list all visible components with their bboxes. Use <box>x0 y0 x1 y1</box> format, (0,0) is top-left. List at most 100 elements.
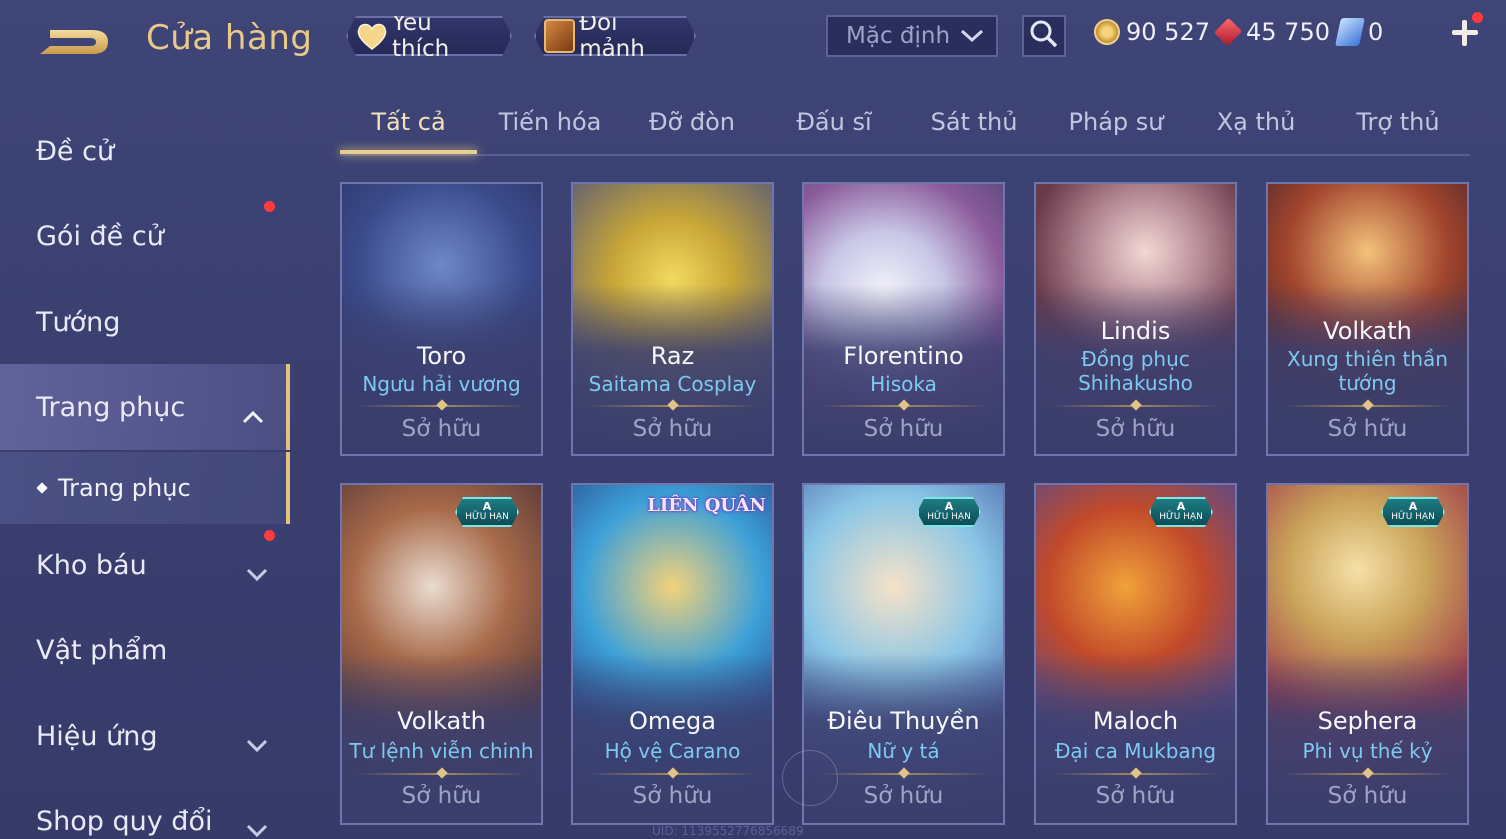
sidebar-subitem-skins[interactable]: Trang phục <box>0 452 290 524</box>
skin-card[interactable]: Raz Saitama Cosplay Sở hữu <box>571 182 774 456</box>
hero-name: Lindis <box>1100 317 1171 345</box>
hero-name: Toro <box>416 342 467 370</box>
owned-status: Sở hữu <box>401 783 482 809</box>
skin-name: Hisoka <box>870 372 937 396</box>
divider <box>1050 405 1221 407</box>
tab-support[interactable]: Trợ thủ <box>1328 108 1468 152</box>
limited-badge: A HỮU HẠN <box>1149 497 1213 527</box>
hero-name: Sephera <box>1317 707 1418 735</box>
touch-indicator <box>782 750 838 806</box>
uid-label: UID: 1139552776856689 <box>652 824 804 838</box>
owned-status: Sở hữu <box>1327 416 1408 442</box>
sidebar-item-label: Hiệu ứng <box>36 720 158 752</box>
sidebar-item-heroes[interactable]: Tướng <box>0 279 290 365</box>
ruby-currency: 45 750 <box>1213 17 1330 47</box>
skin-name: Tư lệnh viễn chinh <box>349 739 534 763</box>
divider <box>587 405 758 407</box>
divider <box>818 405 989 407</box>
tab-tank[interactable]: Đỡ đòn <box>622 108 762 152</box>
sidebar-item-recommended[interactable]: Đề cử <box>0 108 290 194</box>
notification-dot <box>1472 12 1483 23</box>
page-title: Cửa hàng <box>146 18 313 58</box>
event-logo: LIÊN QUÂN <box>647 495 766 516</box>
voucher-amount: 0 <box>1368 18 1384 46</box>
chevron-down-icon <box>246 814 268 838</box>
sort-dropdown[interactable]: Mặc định <box>826 15 998 57</box>
owned-status: Sở hữu <box>863 416 944 442</box>
hero-name: Điêu Thuyền <box>827 707 980 735</box>
tab-assassin[interactable]: Sát thủ <box>904 108 1044 152</box>
sidebar-item-bundles[interactable]: Gói đề cử <box>0 193 290 279</box>
hero-name: Volkath <box>1323 317 1412 345</box>
hero-name: Florentino <box>843 342 964 370</box>
sidebar-item-label: Gói đề cử <box>36 220 164 252</box>
sidebar-item-label: Shop quy đổi <box>36 805 213 837</box>
tab-marksman[interactable]: Xạ thủ <box>1186 108 1326 152</box>
sidebar-item-skins[interactable]: Trang phục <box>0 364 290 450</box>
sidebar-item-label: Đề cử <box>36 135 115 167</box>
role-tabs: Tất cả Tiến hóa Đỡ đòn Đấu sĩ Sát thủ Ph… <box>340 100 1470 156</box>
skin-card[interactable]: Toro Ngưu hải vương Sở hữu <box>340 182 543 456</box>
owned-status: Sở hữu <box>401 416 482 442</box>
sidebar: Đề cử Gói đề cử Tướng Trang phục Trang p… <box>0 100 290 839</box>
sidebar-item-label: Vật phẩm <box>36 634 168 666</box>
sidebar-item-label: Tướng <box>36 306 121 338</box>
skin-card[interactable]: Volkath Xung thiên thần tướng Sở hữu <box>1266 182 1469 456</box>
hero-name: Volkath <box>397 707 486 735</box>
owned-status: Sở hữu <box>632 416 713 442</box>
owned-status: Sở hữu <box>1327 783 1408 809</box>
ruby-amount: 45 750 <box>1246 18 1330 46</box>
skin-name: Hộ vệ Carano <box>604 739 741 763</box>
sidebar-item-label: Kho báu <box>36 549 147 581</box>
gold-coin-icon <box>1094 19 1120 45</box>
divider <box>1282 405 1453 407</box>
chevron-down-icon <box>960 23 984 49</box>
shard-chest-icon <box>544 19 575 53</box>
skin-card[interactable]: A HỮU HẠN Sephera Phi vụ thế kỷ Sở hữu <box>1266 483 1469 825</box>
owned-status: Sở hữu <box>632 783 713 809</box>
favorites-button[interactable]: Yêu thích <box>346 16 512 56</box>
skin-name: Đồng phục Shihakusho <box>1078 347 1193 395</box>
skin-card[interactable]: Florentino Hisoka Sở hữu <box>802 182 1005 456</box>
skin-card[interactable]: A HỮU HẠN Maloch Đại ca Mukbang Sở hữu <box>1034 483 1237 825</box>
gold-amount: 90 527 <box>1126 18 1210 46</box>
sidebar-subitem-label: Trang phục <box>58 474 191 502</box>
chevron-up-icon <box>242 400 264 424</box>
ruby-icon <box>1213 17 1243 47</box>
notification-dot <box>264 530 275 541</box>
skin-name: Ngưu hải vương <box>362 372 521 396</box>
skin-card[interactable]: LIÊN QUÂN Omega Hộ vệ Carano Sở hữu <box>571 483 774 825</box>
tab-mage[interactable]: Pháp sư <box>1046 108 1186 152</box>
notification-dot <box>264 201 275 212</box>
skin-card[interactable]: Lindis Đồng phục Shihakusho Sở hữu <box>1034 182 1237 456</box>
tab-all[interactable]: Tất cả <box>340 108 477 152</box>
exchange-shards-button[interactable]: Đổi mảnh <box>534 16 696 56</box>
active-tab-indicator <box>340 150 477 154</box>
sidebar-item-exchange-shop[interactable]: Shop quy đổi <box>0 778 290 839</box>
skin-name: Nữ y tá <box>867 739 940 763</box>
hero-name: Omega <box>629 707 716 735</box>
skin-name: Saitama Cosplay <box>588 372 757 396</box>
skin-name: Xung thiên thần tướng <box>1287 347 1448 395</box>
favorites-label: Yêu thích <box>392 10 450 62</box>
exchange-label: Đổi mảnh <box>579 10 645 62</box>
divider <box>356 405 527 407</box>
skin-name: Phi vụ thế kỷ <box>1302 739 1433 763</box>
tab-fighter[interactable]: Đấu sĩ <box>764 108 904 152</box>
hero-name: Raz <box>650 342 695 370</box>
divider <box>1050 773 1221 775</box>
limited-badge: A HỮU HẠN <box>455 497 519 527</box>
owned-status: Sở hữu <box>1095 783 1176 809</box>
sidebar-item-effects[interactable]: Hiệu ứng <box>0 693 290 779</box>
sidebar-item-treasure[interactable]: Kho báu <box>0 522 290 608</box>
back-arrow-icon[interactable] <box>36 22 114 62</box>
divider <box>587 773 758 775</box>
hero-name: Maloch <box>1092 707 1179 735</box>
search-button[interactable] <box>1022 15 1066 57</box>
tab-evolution[interactable]: Tiến hóa <box>480 108 620 152</box>
sidebar-item-label: Trang phục <box>36 391 186 423</box>
sidebar-item-items[interactable]: Vật phẩm <box>0 607 290 693</box>
chevron-down-icon <box>246 729 268 753</box>
skin-card[interactable]: A HỮU HẠN Volkath Tư lệnh viễn chinh Sở h… <box>340 483 543 825</box>
limited-badge: A HỮU HẠN <box>917 497 981 527</box>
